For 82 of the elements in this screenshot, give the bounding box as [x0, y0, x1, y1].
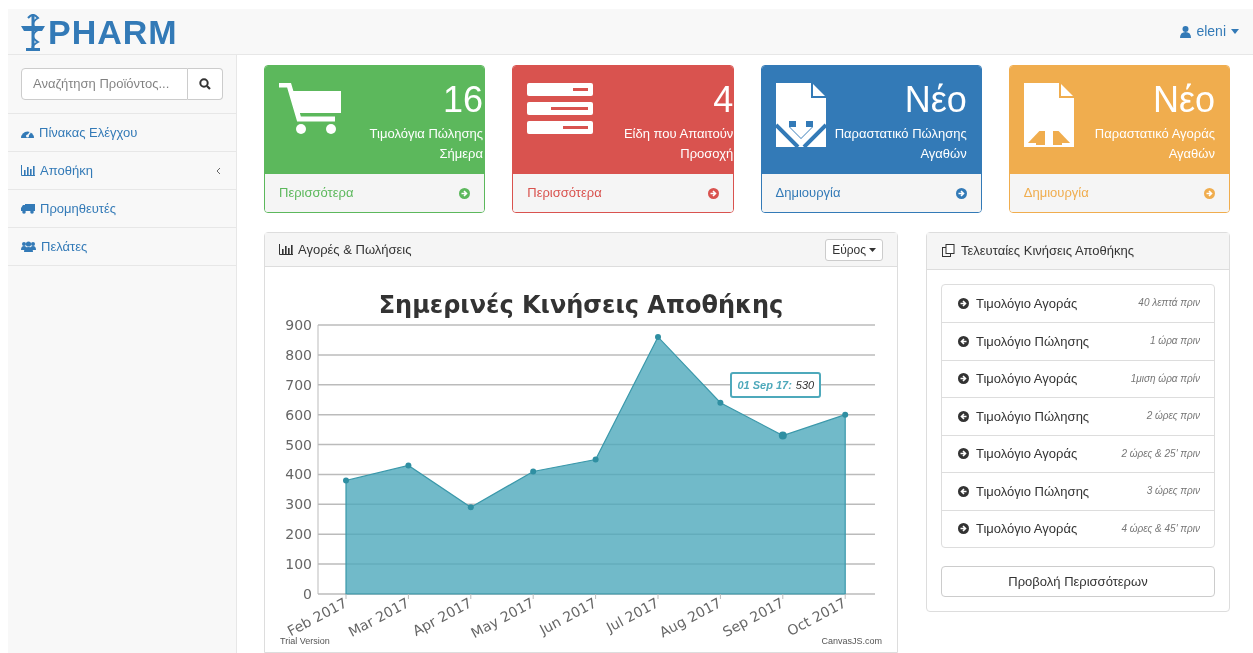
arrow-circle-icon	[1204, 187, 1215, 199]
movement-item[interactable]: Τιμολόγιο Αγοράς 4 ώρες & 45' πριν	[942, 509, 1214, 547]
stat-value: Νέο	[904, 78, 967, 122]
data-point	[467, 504, 474, 511]
credit-link[interactable]: CanvasJS.com	[821, 636, 882, 646]
axis-label: 700	[285, 376, 312, 393]
arrow-circle-icon	[955, 187, 967, 199]
stat-value: 4	[713, 78, 733, 122]
time-label: 1μιση ώρα πρίν	[1130, 371, 1200, 386]
arrow-circle-icon	[958, 485, 969, 497]
stat-label: Παραστατικό Αγοράς Αγαθών	[1093, 125, 1215, 163]
movement-item[interactable]: Τιμολόγιο Πώλησης 3 ώρες πριν	[942, 472, 1214, 510]
axis-label: 300	[285, 496, 312, 513]
time-label: 1 ώρα πριν	[1150, 334, 1200, 348]
users-icon	[21, 241, 36, 252]
bar-chart-icon	[21, 165, 35, 176]
axis-label: 500	[285, 436, 312, 453]
time-label: 40 λεπτά πριν	[1138, 295, 1200, 310]
movement-item[interactable]: Τιμολόγιο Αγοράς 1μιση ώρα πρίν	[942, 359, 1214, 397]
caduceus-icon	[20, 11, 46, 52]
time-label: 4 ώρες & 45' πριν	[1121, 521, 1200, 536]
data-point	[530, 468, 537, 475]
stat-value: 16	[442, 78, 483, 122]
arrow-circle-icon	[459, 187, 471, 199]
movement-item[interactable]: Τιμολόγιο Αγοράς 40 λεπτά πριν	[942, 284, 1214, 322]
stat-label: Παραστατικό Πώλησης Αγαθών	[833, 125, 967, 163]
axis-label: 200	[285, 526, 312, 543]
time-label: 2 ώρες & 25' πριν	[1121, 446, 1200, 461]
watermark-label: Trial Version	[280, 636, 330, 646]
time-label: 2 ώρες πριν	[1146, 409, 1200, 423]
copy-icon	[942, 244, 955, 258]
axis-label: 900	[285, 317, 312, 333]
data-point	[842, 411, 849, 418]
user-icon	[1180, 25, 1192, 38]
panel-title: Τελευταίες Κινήσεις Αποθήκης	[961, 242, 1135, 260]
view-more-button[interactable]: Προβολή Περισσότερων	[941, 566, 1215, 597]
panel-title: Αγορές & Πωλήσεις	[298, 240, 412, 259]
sidebar-item[interactable]: Προμηθευτές	[8, 190, 236, 228]
movement-item[interactable]: Τιμολόγιο Πώλησης 1 ώρα πριν	[942, 322, 1214, 360]
time-label: 3 ώρες πριν	[1146, 484, 1200, 498]
caret-icon	[869, 247, 876, 252]
sidebar-item[interactable]: Πελάτες	[8, 228, 236, 266]
search-field[interactable]: Αναζήτηση Προϊόντος...	[21, 68, 188, 100]
chart-tooltip: 01 Sep 17: 530	[730, 371, 822, 399]
axis-label: 100	[285, 556, 312, 573]
cart-icon	[279, 83, 343, 135]
range-dropdown[interactable]: Εύρος	[825, 238, 883, 261]
axis-label: 0	[303, 586, 312, 602]
stat-value: Νέο	[1152, 78, 1215, 122]
arrow-circle-icon	[958, 523, 969, 535]
movement-item[interactable]: Τιμολόγιο Πώλησης 2 ώρες πριν	[942, 397, 1214, 435]
axis-label: 800	[285, 346, 312, 363]
arrow-circle-icon	[958, 297, 969, 309]
data-point	[405, 462, 412, 469]
bar-chart-icon	[279, 244, 293, 255]
sidebar-item[interactable]: Πίνακας Ελέγχου	[8, 114, 236, 152]
data-point	[778, 431, 787, 440]
search-button[interactable]	[188, 68, 223, 100]
caret-icon	[1231, 29, 1239, 34]
stat-label: Τιμολόγια Πώλησης Σήμερα	[368, 125, 483, 163]
user-menu[interactable]: eleni	[1180, 21, 1239, 42]
arrow-circle-icon	[707, 187, 719, 199]
arrow-circle-icon	[958, 335, 969, 347]
card-footer-link[interactable]: Δημιουργία	[761, 174, 981, 212]
stat-label: Είδη που Απαιτούν Προσοχή	[622, 125, 733, 163]
chart-title: Σημερινές Κινήσεις Αποθήκης	[378, 291, 784, 319]
data-point	[717, 399, 724, 406]
truck-icon	[21, 203, 35, 214]
axis-label: 600	[285, 406, 312, 423]
list-icon	[527, 83, 594, 135]
axis-label: 400	[285, 466, 312, 483]
arrow-circle-icon	[958, 410, 969, 422]
data-point	[343, 477, 349, 484]
brand-logo[interactable]: PHARM	[48, 14, 178, 49]
arrow-circle-icon	[958, 448, 969, 460]
data-point	[655, 333, 661, 340]
data-point	[592, 456, 599, 463]
movement-item[interactable]: Τιμολόγιο Αγοράς 2 ώρες & 25' πριν	[942, 434, 1214, 472]
arrow-circle-icon	[958, 373, 969, 385]
card-footer-link[interactable]: Περισσότερα	[513, 174, 733, 212]
search-icon	[199, 78, 211, 90]
sidebar-item[interactable]: Αποθήκη	[8, 152, 236, 190]
